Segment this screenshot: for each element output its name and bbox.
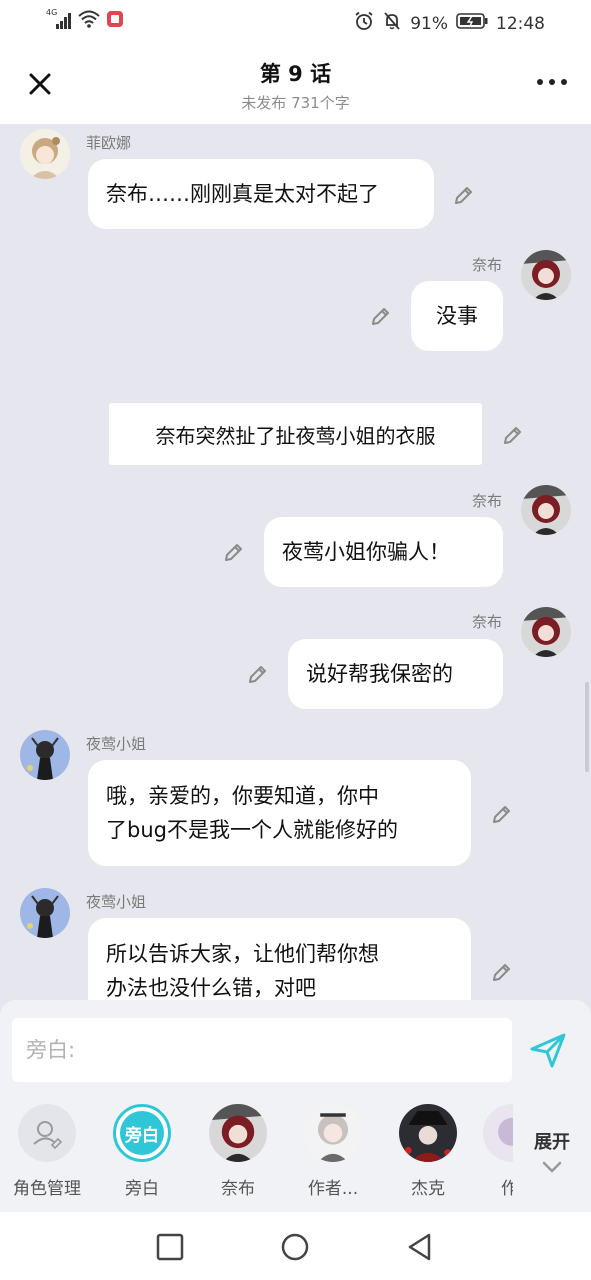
app-notification-icon bbox=[106, 10, 124, 32]
home-circle-icon[interactable] bbox=[280, 1232, 310, 1262]
battery-icon bbox=[456, 13, 488, 34]
speaker-name: 奈布 bbox=[472, 613, 503, 631]
edit-pencil-icon[interactable] bbox=[246, 662, 270, 686]
speaker-name: 夜莺小姐 bbox=[86, 735, 147, 753]
recents-square-icon[interactable] bbox=[155, 1232, 185, 1262]
edit-pencil-icon[interactable] bbox=[222, 540, 246, 564]
message-text: 奈布……刚刚真是太对不起了 bbox=[106, 182, 379, 206]
role-selector: 角色管理 旁白 旁白 奈布 作者... 杰克 作 展开 bbox=[0, 1096, 591, 1212]
message-bubble[interactable]: 夜莺小姐你骗人！ bbox=[264, 517, 503, 587]
message-text-line: 了bug不是我一个人就能修好的 bbox=[106, 818, 398, 842]
expand-button[interactable]: 展开 bbox=[522, 1128, 582, 1179]
chapter-subtitle: 未发布 731个字 bbox=[241, 94, 350, 112]
narration-text: 奈布突然扯了扯夜莺小姐的衣服 bbox=[155, 423, 436, 448]
role-label: 作者... bbox=[307, 1179, 359, 1199]
role-label: 杰克 bbox=[411, 1179, 445, 1199]
message-bubble[interactable]: 所以告诉大家，让他们帮你想 办法也没什么错，对吧 bbox=[88, 918, 471, 1000]
avatar-author bbox=[304, 1104, 362, 1162]
message-text: 没事 bbox=[436, 304, 478, 328]
battery-percent: 91% bbox=[410, 13, 448, 34]
edit-pencil-icon[interactable] bbox=[452, 183, 476, 207]
avatar-naib[interactable] bbox=[521, 250, 571, 300]
chapter-title: 第 9 话 bbox=[259, 62, 332, 86]
composer bbox=[0, 1000, 591, 1096]
system-nav-bar bbox=[0, 1212, 591, 1280]
speaker-name: 菲欧娜 bbox=[86, 134, 132, 152]
narration-input[interactable] bbox=[12, 1018, 512, 1082]
message-text: 说好帮我保密的 bbox=[306, 662, 453, 686]
narration-role-icon: 旁白 bbox=[113, 1104, 171, 1162]
avatar-naib[interactable] bbox=[521, 485, 571, 535]
edit-pencil-icon[interactable] bbox=[490, 960, 514, 984]
role-naib[interactable]: 奈布 bbox=[198, 1104, 278, 1199]
mute-bell-icon bbox=[382, 11, 402, 36]
edit-pencil-icon[interactable] bbox=[501, 423, 525, 447]
role-label: 奈布 bbox=[221, 1179, 255, 1199]
message-text-line: 哦，亲爱的，你要知道，你中 bbox=[106, 784, 379, 808]
chevron-down-icon bbox=[542, 1161, 562, 1173]
back-triangle-icon[interactable] bbox=[405, 1232, 435, 1262]
role-label: 角色管理 bbox=[13, 1179, 81, 1199]
message-bubble[interactable]: 说好帮我保密的 bbox=[288, 639, 503, 709]
wifi-icon bbox=[78, 10, 100, 32]
alarm-icon bbox=[354, 11, 374, 36]
role-partial[interactable]: 作 bbox=[483, 1104, 513, 1199]
message-bubble[interactable]: 哦，亲爱的，你要知道，你中 了bug不是我一个人就能修好的 bbox=[88, 760, 471, 866]
avatar-nightingale[interactable] bbox=[20, 730, 70, 780]
role-jack[interactable]: 杰克 bbox=[388, 1104, 468, 1199]
cellular-signal-icon: 4G bbox=[46, 8, 72, 30]
role-manage-button[interactable]: 角色管理 bbox=[7, 1104, 87, 1199]
clock: 12:48 bbox=[496, 13, 545, 34]
edit-pencil-icon[interactable] bbox=[369, 304, 393, 328]
avatar-partial bbox=[483, 1104, 513, 1162]
avatar-jack bbox=[399, 1104, 457, 1162]
send-icon[interactable] bbox=[528, 1030, 568, 1070]
role-author[interactable]: 作者... bbox=[293, 1104, 373, 1199]
narration-block[interactable]: 奈布突然扯了扯夜莺小姐的衣服 bbox=[109, 403, 482, 465]
message-bubble[interactable]: 奈布……刚刚真是太对不起了 bbox=[88, 159, 434, 229]
avatar-naib[interactable] bbox=[521, 607, 571, 657]
chat-area[interactable]: 菲欧娜 奈布……刚刚真是太对不起了 奈布 没事 奈布突然扯了扯夜莺小姐的衣服 奈… bbox=[0, 124, 591, 1000]
speaker-name: 夜莺小姐 bbox=[86, 893, 147, 911]
avatar-naib bbox=[209, 1104, 267, 1162]
message-text-line: 所以告诉大家，让他们帮你想 bbox=[106, 942, 379, 966]
more-dot-icon bbox=[537, 79, 543, 85]
status-bar: 4G 91% 12:48 bbox=[0, 0, 591, 42]
avatar-nightingale[interactable] bbox=[20, 888, 70, 938]
speaker-name: 奈布 bbox=[472, 492, 503, 510]
edit-pencil-icon[interactable] bbox=[490, 802, 514, 826]
scrollbar[interactable] bbox=[585, 682, 589, 772]
more-options-button[interactable] bbox=[537, 72, 567, 92]
role-narration[interactable]: 旁白 旁白 bbox=[102, 1104, 182, 1199]
role-manage-icon bbox=[18, 1104, 76, 1162]
role-label: 旁白 bbox=[125, 1179, 159, 1199]
message-text-line: 办法也没什么错，对吧 bbox=[106, 976, 316, 1000]
message-bubble[interactable]: 没事 bbox=[411, 281, 503, 351]
avatar-fiona[interactable] bbox=[20, 129, 70, 179]
message-text: 夜莺小姐你骗人！ bbox=[282, 540, 450, 564]
speaker-name: 奈布 bbox=[472, 256, 503, 274]
role-label: 作 bbox=[501, 1179, 513, 1199]
header: 第 9 话 未发布 731个字 bbox=[0, 42, 591, 124]
